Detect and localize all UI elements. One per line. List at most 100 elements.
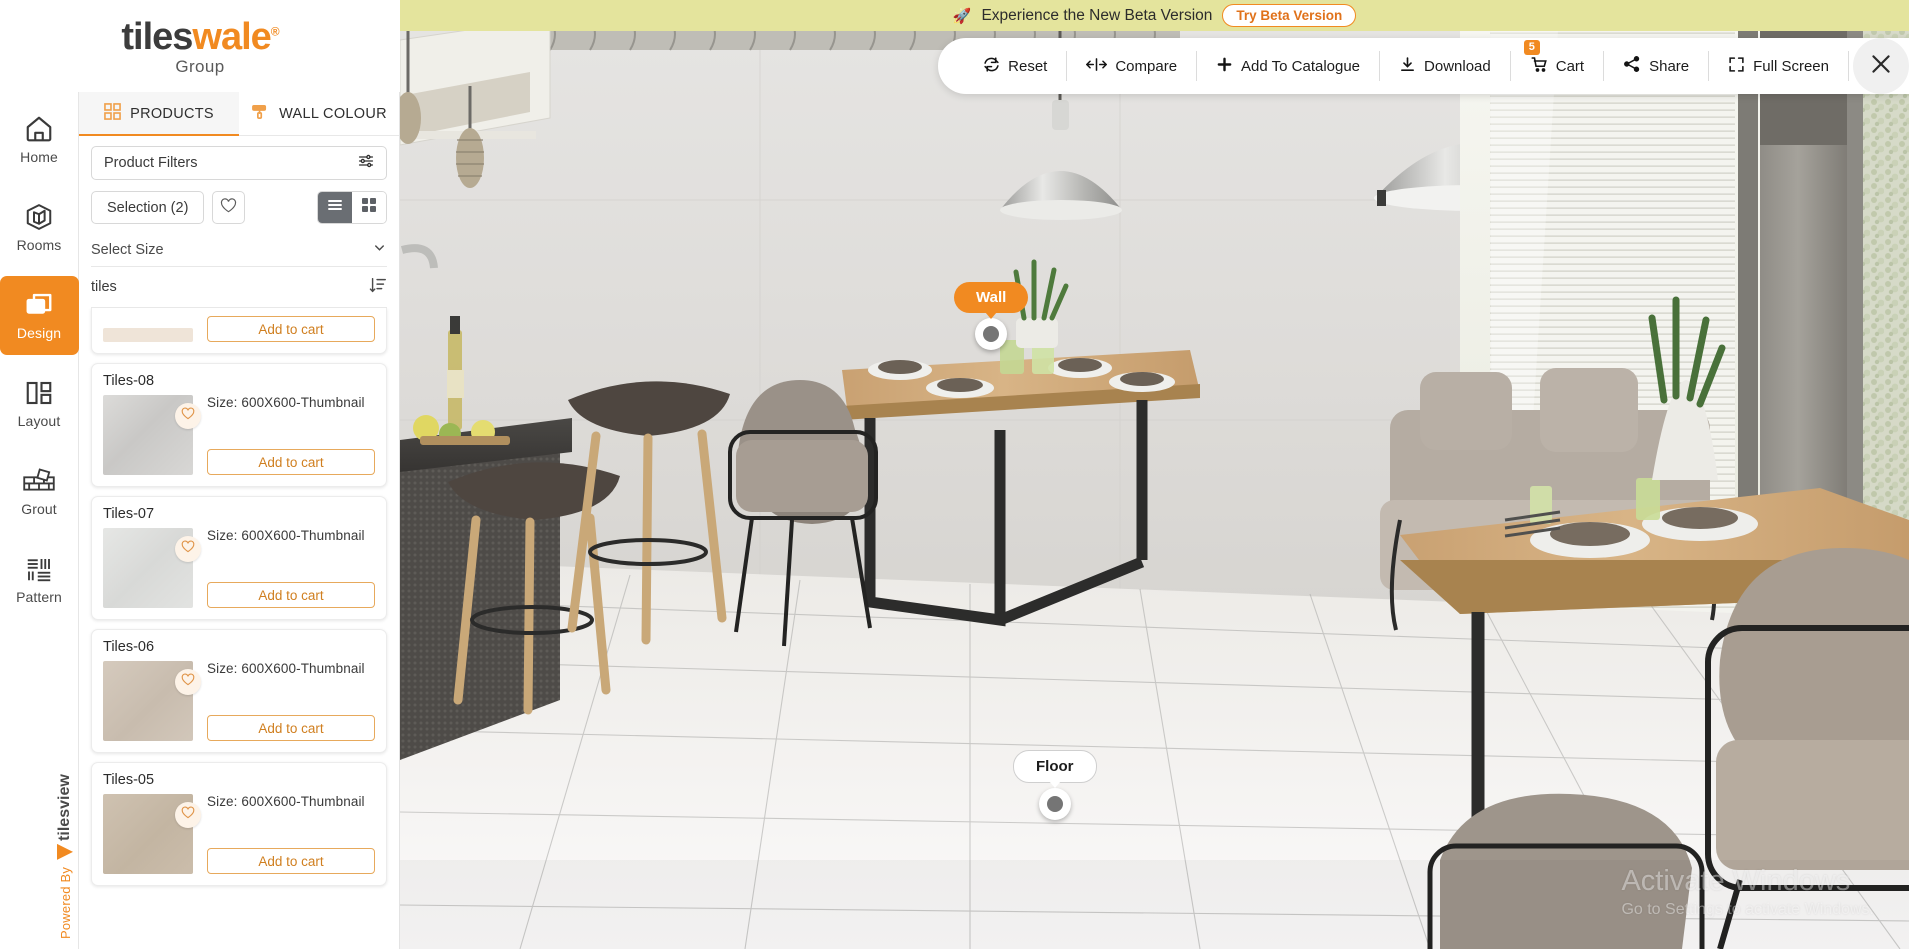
search-row [91, 267, 387, 308]
compare-button[interactable]: Compare [1067, 51, 1198, 81]
sidebar-label-design: Design [16, 325, 62, 341]
sidebar-item-home[interactable]: Home [0, 100, 79, 179]
share-label: Share [1649, 57, 1690, 75]
design-icon [24, 290, 54, 320]
logo-text-accent: wale [192, 15, 271, 58]
share-button[interactable]: Share [1604, 51, 1710, 81]
try-beta-version-button[interactable]: Try Beta Version [1222, 4, 1357, 27]
sidebar-item-layout[interactable]: Layout [0, 364, 79, 443]
home-icon [24, 114, 54, 144]
sort-icon[interactable] [369, 276, 387, 299]
product-name: Tiles-05 [103, 772, 155, 788]
list-item[interactable]: Tiles-06 Size: 600X600-Thumbnail Add to … [91, 629, 387, 753]
wall-marker-label[interactable]: Wall [954, 282, 1029, 319]
wall-surface-marker[interactable]: Wall [954, 282, 1029, 350]
floor-marker-handle[interactable] [1038, 788, 1071, 820]
tab-products[interactable]: PRODUCTS [79, 92, 239, 136]
add-to-cart-button[interactable]: Add to cart [207, 848, 375, 874]
cart-label: Cart [1555, 57, 1585, 75]
download-label: Download [1424, 57, 1491, 75]
reset-button[interactable]: Reset [964, 51, 1068, 81]
roller-icon [251, 103, 270, 124]
heart-icon [181, 540, 195, 558]
favorites-filter-button[interactable] [212, 191, 246, 224]
pattern-icon [24, 554, 54, 584]
size-select[interactable]: Select Size [91, 233, 387, 267]
tilesview-mark-icon [57, 844, 73, 860]
grout-icon [23, 466, 55, 496]
selection-row: Selection (2) [79, 180, 399, 224]
product-size: Size: 600X600-Thumbnail [207, 661, 365, 676]
grid-view-icon [361, 197, 377, 218]
panel-tabs: PRODUCTS WALL COLOUR [79, 92, 399, 136]
list-item[interactable]: Tiles-07 Size: 600X600-Thumbnail Add to … [91, 496, 387, 620]
product-name: Tiles-07 [103, 506, 155, 522]
room-visualizer-canvas[interactable] [400, 0, 1909, 949]
beta-banner-text: Experience the New Beta Version [981, 6, 1213, 24]
add-to-cart-button[interactable]: Add to cart [207, 449, 375, 475]
sidebar-label-grout: Grout [21, 501, 57, 517]
list-item[interactable]: Tiles-08 Size: 600X600-Thumbnail Add to … [91, 363, 387, 487]
heart-icon [181, 806, 195, 824]
powered-by-badge: Powered By tilesview [8, 774, 73, 941]
compare-label: Compare [1115, 57, 1178, 75]
layout-icon [24, 378, 54, 408]
sidebar-item-pattern[interactable]: Pattern [0, 540, 79, 619]
list-item[interactable]: Tiles-05 Size: 600X600-Thumbnail Add to … [91, 762, 387, 886]
beta-version-banner: 🚀 Experience the New Beta Version Try Be… [400, 0, 1909, 31]
favorite-button[interactable] [175, 669, 201, 695]
sidebar-label-home: Home [20, 149, 58, 165]
floor-marker-label[interactable]: Floor [1013, 750, 1097, 788]
favorite-button[interactable] [175, 536, 201, 562]
product-panel: PRODUCTS WALL COLOUR Product Filters Sel… [79, 92, 400, 949]
grid-view-button[interactable] [352, 192, 386, 223]
chevron-down-icon [372, 240, 387, 259]
favorite-button[interactable] [175, 802, 201, 828]
tab-wall-colour[interactable]: WALL COLOUR [239, 92, 399, 135]
download-button[interactable]: Download [1380, 51, 1511, 81]
add-to-cart-button[interactable]: Add to cart [207, 582, 375, 608]
floor-surface-marker[interactable]: Floor [1013, 750, 1097, 820]
product-filters-button[interactable]: Product Filters [91, 146, 387, 180]
wall-marker-handle[interactable] [975, 318, 1008, 350]
list-view-icon [327, 198, 343, 217]
scene-toolbar: Reset Compare Add To Catalogue Download … [938, 38, 1909, 94]
product-list[interactable]: Add to cart Tiles-08 Size: 600X600-Thumb… [79, 308, 399, 949]
full-screen-label: Full Screen [1753, 57, 1829, 75]
sidebar-item-rooms[interactable]: Rooms [0, 188, 79, 267]
reset-icon [983, 56, 1000, 77]
product-size: Size: 600X600-Thumbnail [207, 528, 365, 543]
full-screen-button[interactable]: Full Screen [1709, 51, 1849, 81]
heart-icon [181, 407, 195, 425]
sidebar-label-rooms: Rooms [16, 237, 62, 253]
list-view-button[interactable] [318, 192, 352, 223]
product-size: Size: 600X600-Thumbnail [207, 395, 365, 410]
primary-navigation-rail: Home Rooms Design Layout Grout Pattern P… [0, 92, 79, 949]
room-scene-illustration [400, 0, 1909, 949]
close-button[interactable] [1853, 38, 1909, 94]
product-name: Tiles-06 [103, 639, 155, 655]
plus-icon [1216, 56, 1233, 77]
list-item[interactable]: Add to cart [91, 308, 387, 354]
app-root: 🚀 Experience the New Beta Version Try Be… [0, 0, 1909, 949]
add-to-cart-button[interactable]: Add to cart [207, 715, 375, 741]
add-to-catalogue-button[interactable]: Add To Catalogue [1197, 51, 1381, 81]
rooms-icon [24, 202, 54, 232]
cart-icon [1530, 55, 1548, 77]
favorite-button[interactable] [175, 403, 201, 429]
product-name: Tiles-08 [103, 373, 155, 389]
heart-icon [181, 673, 195, 691]
brand-logo[interactable]: tileswale® Group [121, 15, 279, 75]
add-to-cart-button[interactable]: Add to cart [207, 316, 375, 342]
search-input[interactable] [91, 279, 291, 295]
close-icon [1868, 51, 1894, 82]
sidebar-item-grout[interactable]: Grout [0, 452, 79, 531]
selection-button[interactable]: Selection (2) [91, 191, 205, 224]
sidebar-item-design[interactable]: Design [0, 276, 79, 355]
fullscreen-icon [1728, 56, 1745, 77]
cart-button[interactable]: 5 Cart [1511, 40, 1605, 81]
sidebar-label-layout: Layout [17, 413, 61, 429]
sidebar-label-pattern: Pattern [16, 589, 62, 605]
share-icon [1623, 55, 1641, 77]
product-filters-label: Product Filters [104, 155, 198, 171]
